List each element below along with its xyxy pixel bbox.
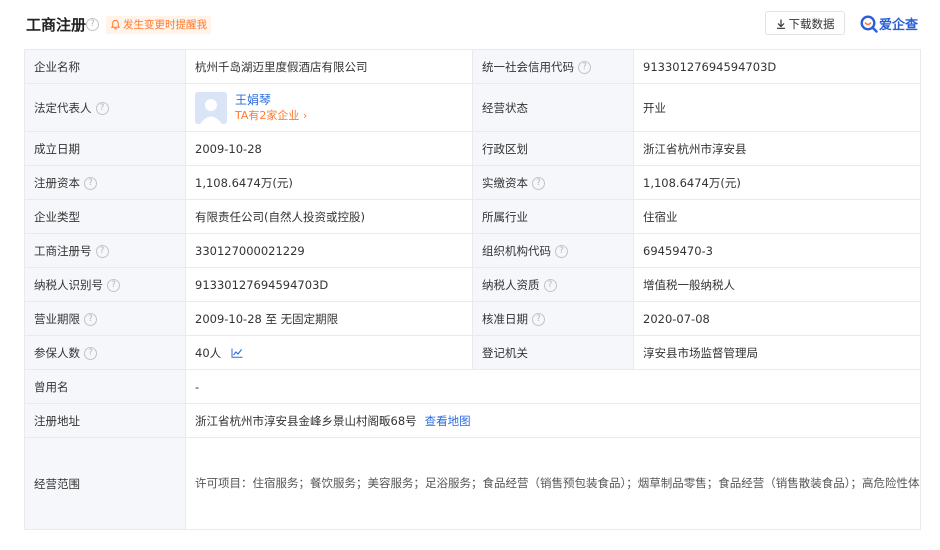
org-code-label: 组织机构代码? — [472, 233, 634, 268]
insured-value: 40人 — [185, 335, 473, 370]
status-value: 开业 — [633, 83, 921, 132]
legal-rep-name-link[interactable]: 王娟琴 — [235, 92, 307, 108]
scope-label: 经营范围 — [24, 437, 186, 530]
approval-date-label: 核准日期? — [472, 301, 634, 336]
section-title: 工商注册 — [26, 16, 87, 34]
table-row: 曾用名 - — [24, 369, 921, 404]
registration-info-table: 企业名称 杭州千岛湖迈里度假酒店有限公司 统一社会信用代码? 913301276… — [24, 49, 921, 530]
insured-label: 参保人数? — [24, 335, 186, 370]
reg-number-value: 330127000021229 — [185, 233, 473, 268]
industry-value: 住宿业 — [633, 199, 921, 234]
business-term-label: 营业期限? — [24, 301, 186, 336]
section-header: 工商注册 ? 发生变更时提醒我 下载数据 爱企查 — [0, 0, 940, 50]
trend-chart-icon[interactable] — [231, 348, 243, 358]
table-row: 注册资本? 1,108.6474万(元) 实缴资本? 1,108.6474万(元… — [24, 165, 921, 200]
download-data-label: 下载数据 — [788, 17, 835, 31]
paid-capital-label: 实缴资本? — [472, 165, 634, 200]
company-type-label: 企业类型 — [24, 199, 186, 234]
address-label: 注册地址 — [24, 403, 186, 438]
person-silhouette-icon — [195, 91, 227, 124]
taxpayer-qual-label: 纳税人资质? — [472, 267, 634, 302]
company-type-value: 有限责任公司(自然人投资或控股) — [185, 199, 473, 234]
bell-icon — [110, 19, 121, 30]
logo-text: 爱企查 — [879, 18, 919, 33]
help-icon[interactable]: ? — [84, 312, 97, 326]
authority-label: 登记机关 — [472, 335, 634, 370]
business-term-value: 2009-10-28 至 无固定期限 — [185, 301, 473, 336]
table-row: 法定代表人? 王娟琴 TA有2家企业 › 经营状态 开业 — [24, 83, 921, 132]
former-name-value: - — [185, 369, 921, 404]
credit-code-value: 91330127694594703D — [633, 49, 921, 84]
district-value: 浙江省杭州市淳安县 — [633, 131, 921, 166]
table-row: 纳税人识别号? 91330127694594703D 纳税人资质? 增值税一般纳… — [24, 267, 921, 302]
insured-count: 40人 — [195, 345, 222, 360]
help-icon[interactable]: ? — [555, 244, 568, 258]
district-label: 行政区划 — [472, 131, 634, 166]
table-row: 工商注册号? 330127000021229 组织机构代码? 69459470-… — [24, 233, 921, 268]
legal-rep-value: 王娟琴 TA有2家企业 › — [185, 83, 473, 132]
help-icon[interactable]: ? — [84, 346, 97, 360]
logo-icon — [860, 15, 878, 33]
table-row: 企业类型 有限责任公司(自然人投资或控股) 所属行业 住宿业 — [24, 199, 921, 234]
status-label: 经营状态 — [472, 83, 634, 132]
view-map-link[interactable]: 查看地图 — [425, 414, 471, 428]
table-row: 注册地址 浙江省杭州市淳安县金峰乡景山村阁畈68号 查看地图 — [24, 403, 921, 438]
help-icon[interactable]: ? — [532, 176, 545, 190]
taxpayer-qual-value: 增值税一般纳税人 — [633, 267, 921, 302]
credit-code-label: 统一社会信用代码? — [472, 49, 634, 84]
legal-rep-companies-link[interactable]: TA有2家企业 › — [235, 108, 307, 124]
reg-capital-label: 注册资本? — [24, 165, 186, 200]
help-icon[interactable]: ? — [543, 278, 557, 292]
company-name-value: 杭州千岛湖迈里度假酒店有限公司 — [185, 49, 473, 84]
scope-value: 许可项目：住宿服务；餐饮服务；美容服务；足浴服务；食品经营（销售预包装食品）；烟… — [185, 437, 921, 530]
taxpayer-id-value: 91330127694594703D — [185, 267, 473, 302]
address-text: 浙江省杭州市淳安县金峰乡景山村阁畈68号 — [195, 413, 417, 428]
help-icon[interactable]: ? — [95, 101, 109, 115]
change-notify-label: 发生变更时提醒我 — [123, 19, 207, 31]
approval-date-value: 2020-07-08 — [633, 301, 921, 336]
aiqicha-logo: 爱企查 — [860, 14, 918, 34]
table-row: 营业期限? 2009-10-28 至 无固定期限 核准日期? 2020-07-0… — [24, 301, 921, 336]
industry-label: 所属行业 — [472, 199, 634, 234]
legal-rep-card: 王娟琴 TA有2家企业 › — [195, 91, 463, 124]
founded-label: 成立日期 — [24, 131, 186, 166]
former-name-label: 曾用名 — [24, 369, 186, 404]
download-icon — [776, 19, 785, 29]
authority-value: 淳安县市场监督管理局 — [633, 335, 921, 370]
org-code-value: 69459470-3 — [633, 233, 921, 268]
table-row: 企业名称 杭州千岛湖迈里度假酒店有限公司 统一社会信用代码? 913301276… — [24, 49, 921, 84]
help-icon[interactable]: ? — [107, 278, 120, 292]
change-notify-button[interactable]: 发生变更时提醒我 — [106, 16, 211, 34]
table-row: 经营范围 许可项目：住宿服务；餐饮服务；美容服务；足浴服务；食品经营（销售预包装… — [24, 437, 921, 530]
founded-value: 2009-10-28 — [185, 131, 473, 166]
help-icon[interactable]: ? — [84, 176, 97, 190]
reg-number-label: 工商注册号? — [24, 233, 186, 268]
taxpayer-id-label: 纳税人识别号? — [24, 267, 186, 302]
table-row: 成立日期 2009-10-28 行政区划 浙江省杭州市淳安县 — [24, 131, 921, 166]
download-data-button[interactable]: 下载数据 — [765, 11, 845, 35]
help-icon[interactable]: ? — [532, 312, 545, 326]
avatar[interactable] — [195, 91, 227, 124]
help-icon[interactable]: ? — [95, 244, 109, 258]
help-icon[interactable]: ? — [578, 60, 591, 74]
company-name-label: 企业名称 — [24, 49, 186, 84]
address-value: 浙江省杭州市淳安县金峰乡景山村阁畈68号 查看地图 — [185, 403, 921, 438]
legal-rep-label: 法定代表人? — [24, 83, 186, 132]
help-icon[interactable]: ? — [86, 18, 99, 31]
paid-capital-value: 1,108.6474万(元) — [633, 165, 921, 200]
table-row: 参保人数? 40人 登记机关 淳安县市场监督管理局 — [24, 335, 921, 370]
reg-capital-value: 1,108.6474万(元) — [185, 165, 473, 200]
